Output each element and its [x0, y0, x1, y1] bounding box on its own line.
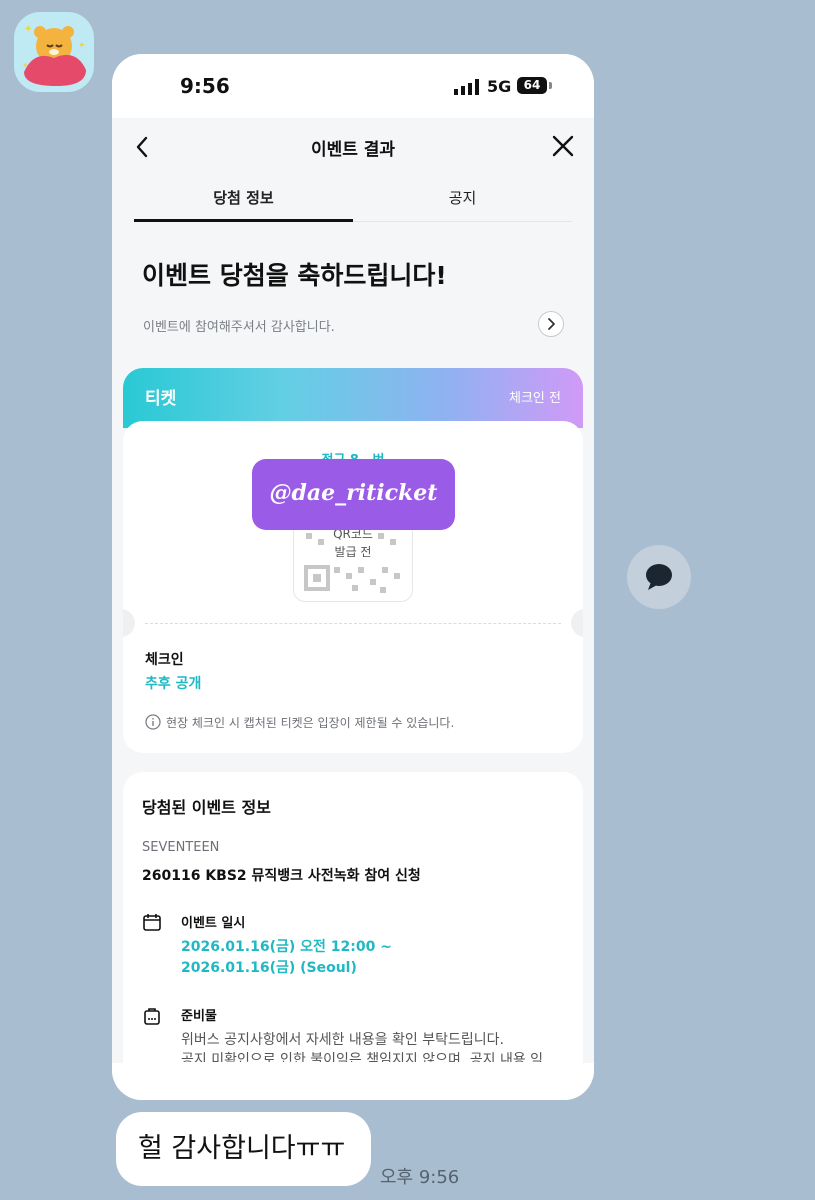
event-date-line1: 2026.01.16(금) 오전 12:00 ~	[181, 939, 392, 955]
tab-bar: 당첨 정보 공지	[134, 180, 572, 222]
battery-tip	[549, 82, 552, 89]
event-result-screen: 이벤트 결과 당첨 정보 공지 이벤트 당첨을 축하드립니다! 이벤트에 참여해…	[112, 118, 594, 1063]
capture-notice: 현장 체크인 시 캡처된 티켓은 입장이 제한될 수 있습니다.	[166, 716, 455, 730]
speech-bubble-icon	[646, 564, 672, 590]
bear-sleeping-sticker-icon[interactable]: ✦ ✦ ✦	[14, 12, 94, 92]
calendar-icon	[143, 914, 161, 931]
message-timestamp: 오후 9:56	[380, 1167, 460, 1188]
status-bar: 9:56 5G 64	[112, 54, 594, 118]
signal-icon	[454, 79, 479, 95]
ticket-header: 티켓 체크인 전	[123, 368, 583, 428]
preparation-label: 준비물	[181, 1009, 217, 1024]
checkin-value: 추후 공개	[145, 676, 202, 692]
preparation-line1: 위버스 공지사항에서 자세한 내용을 확인 부탁드립니다.	[181, 1032, 504, 1048]
ticket-divider	[145, 623, 561, 624]
svg-text:✦: ✦	[24, 24, 32, 35]
svg-text:✦: ✦	[78, 41, 86, 51]
ticket-title: 티켓	[145, 389, 177, 409]
close-icon[interactable]	[550, 133, 576, 159]
tab-notice[interactable]: 공지	[353, 180, 572, 222]
checkin-label: 체크인	[145, 652, 184, 668]
watermark-label: @dae_riticket	[252, 459, 455, 530]
event-date-label: 이벤트 일시	[181, 916, 246, 931]
chevron-right-icon	[548, 318, 555, 330]
svg-text:✦: ✦	[22, 61, 29, 70]
status-time: 9:56	[180, 74, 230, 98]
info-icon	[145, 714, 161, 730]
screenshot-phone: 9:56 5G 64 이벤트 결과 당첨 정보 공지 이벤트 당첨을 축하드립니…	[112, 54, 594, 1100]
page-title: 이벤트 결과	[310, 140, 396, 160]
battery-icon: 64	[517, 77, 547, 94]
ticket-body: QR코드 발급 전 정규 8 번 @dae_riticket 체크인 추후 공개…	[123, 421, 583, 753]
event-date-line2: 2026.01.16(금) (Seoul)	[181, 960, 357, 976]
event-info-title: 당첨된 이벤트 정보	[142, 798, 271, 817]
event-name: 260116 KBS2 뮤직뱅크 사전녹화 참여 신청	[142, 868, 421, 884]
ticket-notch-left	[123, 609, 135, 637]
chat-message-bubble[interactable]: 헐 감사합니다ㅠㅠ	[116, 1112, 371, 1186]
reply-button[interactable]	[627, 545, 691, 609]
chevron-right-button[interactable]	[538, 311, 564, 337]
tab-winning-info[interactable]: 당첨 정보	[134, 180, 353, 222]
event-info-card: 당첨된 이벤트 정보 SEVENTEEN 260116 KBS2 뮤직뱅크 사전…	[123, 772, 583, 1063]
event-date-value: 2026.01.16(금) 오전 12:00 ~ 2026.01.16(금) (…	[181, 937, 392, 979]
congrats-headline: 이벤트 당첨을 축하드립니다!	[142, 261, 447, 290]
thanks-subline: 이벤트에 참여해주셔서 감사합니다.	[143, 320, 335, 335]
bag-icon	[144, 1008, 160, 1025]
ticket-notch-right	[571, 609, 583, 637]
qr-status-line2: 발급 전	[334, 545, 372, 559]
phone-bottom-area	[112, 1063, 594, 1100]
artist-name: SEVENTEEN	[142, 840, 220, 855]
network-label: 5G	[487, 77, 512, 96]
ticket-status: 체크인 전	[509, 391, 561, 406]
preparation-line2: 공지 미확인으로 인한 불이익은 책임지지 않으며, 공지 내용 익	[181, 1052, 544, 1062]
qr-status-text: QR코드 발급 전	[123, 525, 583, 561]
ticket-card: 티켓 체크인 전 QR코드 발급 전 @dae_riticket 체크인 추후 …	[123, 368, 583, 753]
preparation-text: 위버스 공지사항에서 자세한 내용을 확인 부탁드립니다. 공지 미확인으로 인…	[181, 1030, 566, 1062]
